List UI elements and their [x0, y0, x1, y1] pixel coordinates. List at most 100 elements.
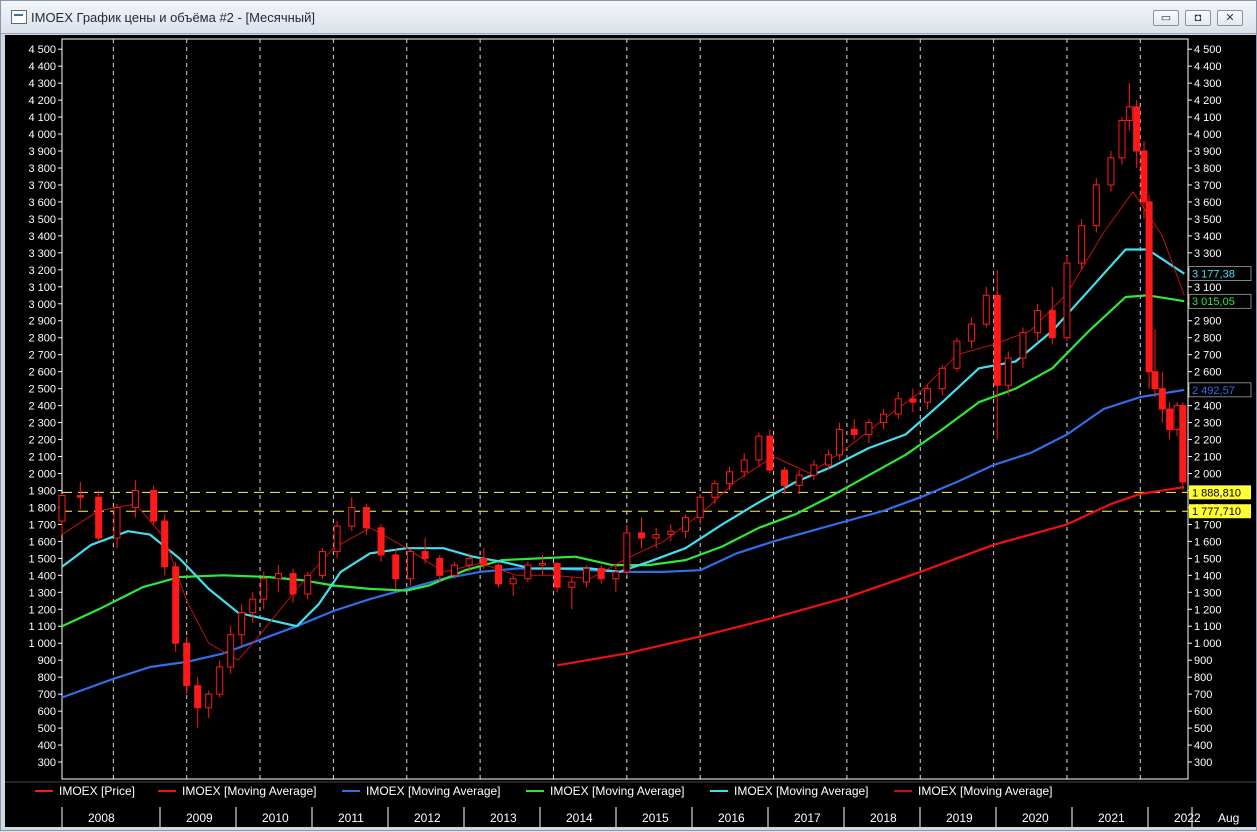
candle-body — [348, 506, 356, 527]
date-label: 2010 — [262, 811, 289, 825]
y-tick-label-right: 3 500 — [1194, 214, 1222, 226]
legend-item-label: IMOEX [Moving Average] — [366, 784, 501, 798]
candle-body — [113, 506, 121, 539]
date-label: 2021 — [1098, 811, 1125, 825]
candle-body — [795, 474, 803, 486]
window-title: IMOEX График цены и объёма #2 - [Месячны… — [31, 10, 315, 25]
candle-body — [938, 367, 946, 390]
date-label: 2017 — [794, 811, 821, 825]
date-label: 2013 — [490, 811, 517, 825]
candle-body — [582, 568, 590, 583]
y-tick-label-left: 1 900 — [28, 485, 56, 497]
y-tick-label-left: 2 600 — [28, 367, 56, 379]
candle-body — [1158, 388, 1166, 410]
y-tick-label-right: 500 — [1194, 723, 1212, 735]
y-tick-label-right: 700 — [1194, 689, 1212, 701]
y-tick-label-left: 3 500 — [28, 214, 56, 226]
candle-body — [362, 506, 370, 529]
candle-body — [1140, 150, 1148, 203]
y-tick-label-right: 2 400 — [1194, 401, 1222, 413]
candle-body — [623, 532, 631, 573]
y-tick-label-right: 3 900 — [1194, 146, 1222, 158]
y-tick-label-left: 4 500 — [28, 44, 56, 56]
candle-body — [667, 530, 675, 536]
candle-body — [58, 495, 66, 522]
candle-body — [1133, 106, 1141, 152]
candle-body — [392, 554, 400, 580]
candle-body — [480, 557, 488, 566]
date-label: 2009 — [186, 811, 213, 825]
moving-average-line-4 — [61, 248, 1185, 628]
chart-window-icon — [11, 10, 27, 24]
candle-body — [150, 489, 158, 522]
candle-body — [1019, 332, 1027, 359]
candle-body — [909, 398, 917, 403]
y-tick-label-right: 1 100 — [1194, 621, 1222, 633]
date-label: 2020 — [1022, 811, 1049, 825]
date-label: 2012 — [414, 811, 441, 825]
y-tick-label-right: 400 — [1194, 740, 1212, 752]
candle-body — [227, 634, 235, 668]
y-tick-label-left: 1 300 — [28, 587, 56, 599]
candle-body — [183, 642, 191, 687]
candle-body — [711, 483, 719, 498]
candle-body — [993, 294, 1001, 386]
candle-body — [216, 666, 224, 695]
minimize-button[interactable]: ▭ — [1153, 10, 1179, 26]
restore-button[interactable]: ◘ — [1185, 10, 1211, 26]
y-tick-label-right: 1 000 — [1194, 638, 1222, 650]
y-tick-label-left: 4 300 — [28, 78, 56, 90]
y-tick-label-left: 3 300 — [28, 248, 56, 260]
y-tick-label-left: 700 — [38, 689, 56, 701]
candle-body — [1107, 157, 1115, 186]
candle-body — [421, 551, 429, 559]
candle-body — [238, 612, 246, 636]
y-tick-label-left: 400 — [38, 740, 56, 752]
y-tick-label-left: 4 100 — [28, 112, 56, 124]
y-tick-label-right: 3 400 — [1194, 231, 1222, 243]
legend-item-label: IMOEX [Price] — [59, 784, 135, 798]
y-tick-label-left: 3 900 — [28, 146, 56, 158]
candle-body — [524, 564, 532, 580]
y-tick-label-left: 2 000 — [28, 468, 56, 480]
candle-body — [205, 693, 213, 709]
candle-body — [682, 517, 690, 532]
y-tick-label-right: 2 600 — [1194, 367, 1222, 379]
legend-item-label: IMOEX [Moving Average] — [918, 784, 1053, 798]
y-tick-label-left: 3 100 — [28, 282, 56, 294]
date-label: 2019 — [946, 811, 973, 825]
title-bar[interactable]: IMOEX График цены и объёма #2 - [Месячны… — [1, 1, 1256, 34]
candle-body — [436, 557, 444, 576]
candle-body — [1034, 310, 1042, 334]
candle-body — [726, 471, 734, 485]
y-tick-label-right: 600 — [1194, 706, 1212, 718]
y-tick-label-left: 600 — [38, 706, 56, 718]
y-tick-label-right: 4 400 — [1194, 61, 1222, 73]
candle-body — [76, 495, 84, 498]
y-tick-label-right: 2 100 — [1194, 452, 1222, 464]
candle-body — [450, 564, 458, 576]
chart-area[interactable]: 300 300 400 400 500 500 600 600 700 700 800 800 900 9… — [5, 35, 1256, 825]
candle-body — [406, 551, 414, 580]
moving-average-line-5 — [61, 191, 1185, 661]
candle-body — [1078, 225, 1086, 264]
close-button[interactable]: ✕ — [1217, 10, 1243, 26]
y-tick-label-left: 2 200 — [28, 435, 56, 447]
candle-body — [377, 527, 385, 556]
candle-body — [740, 459, 748, 473]
value-label: 3 015,05 — [1192, 296, 1235, 308]
candle-body — [825, 454, 833, 466]
y-tick-label-left: 3 700 — [28, 180, 56, 192]
y-tick-label-left: 3 600 — [28, 197, 56, 209]
price-chart[interactable]: 300 300 400 400 500 500 600 600 700 700 800 800 900 9… — [5, 35, 1256, 825]
y-tick-label-left: 300 — [38, 757, 56, 769]
date-label: 2014 — [566, 811, 593, 825]
candle-body — [953, 340, 961, 369]
y-tick-label-right: 1 700 — [1194, 519, 1222, 531]
y-tick-label-left: 4 000 — [28, 129, 56, 141]
candle-body — [850, 428, 858, 435]
candle-body — [1151, 371, 1159, 390]
y-tick-label-left: 500 — [38, 723, 56, 735]
value-label: 1 777,710 — [1192, 506, 1241, 518]
date-label: 2016 — [718, 811, 745, 825]
